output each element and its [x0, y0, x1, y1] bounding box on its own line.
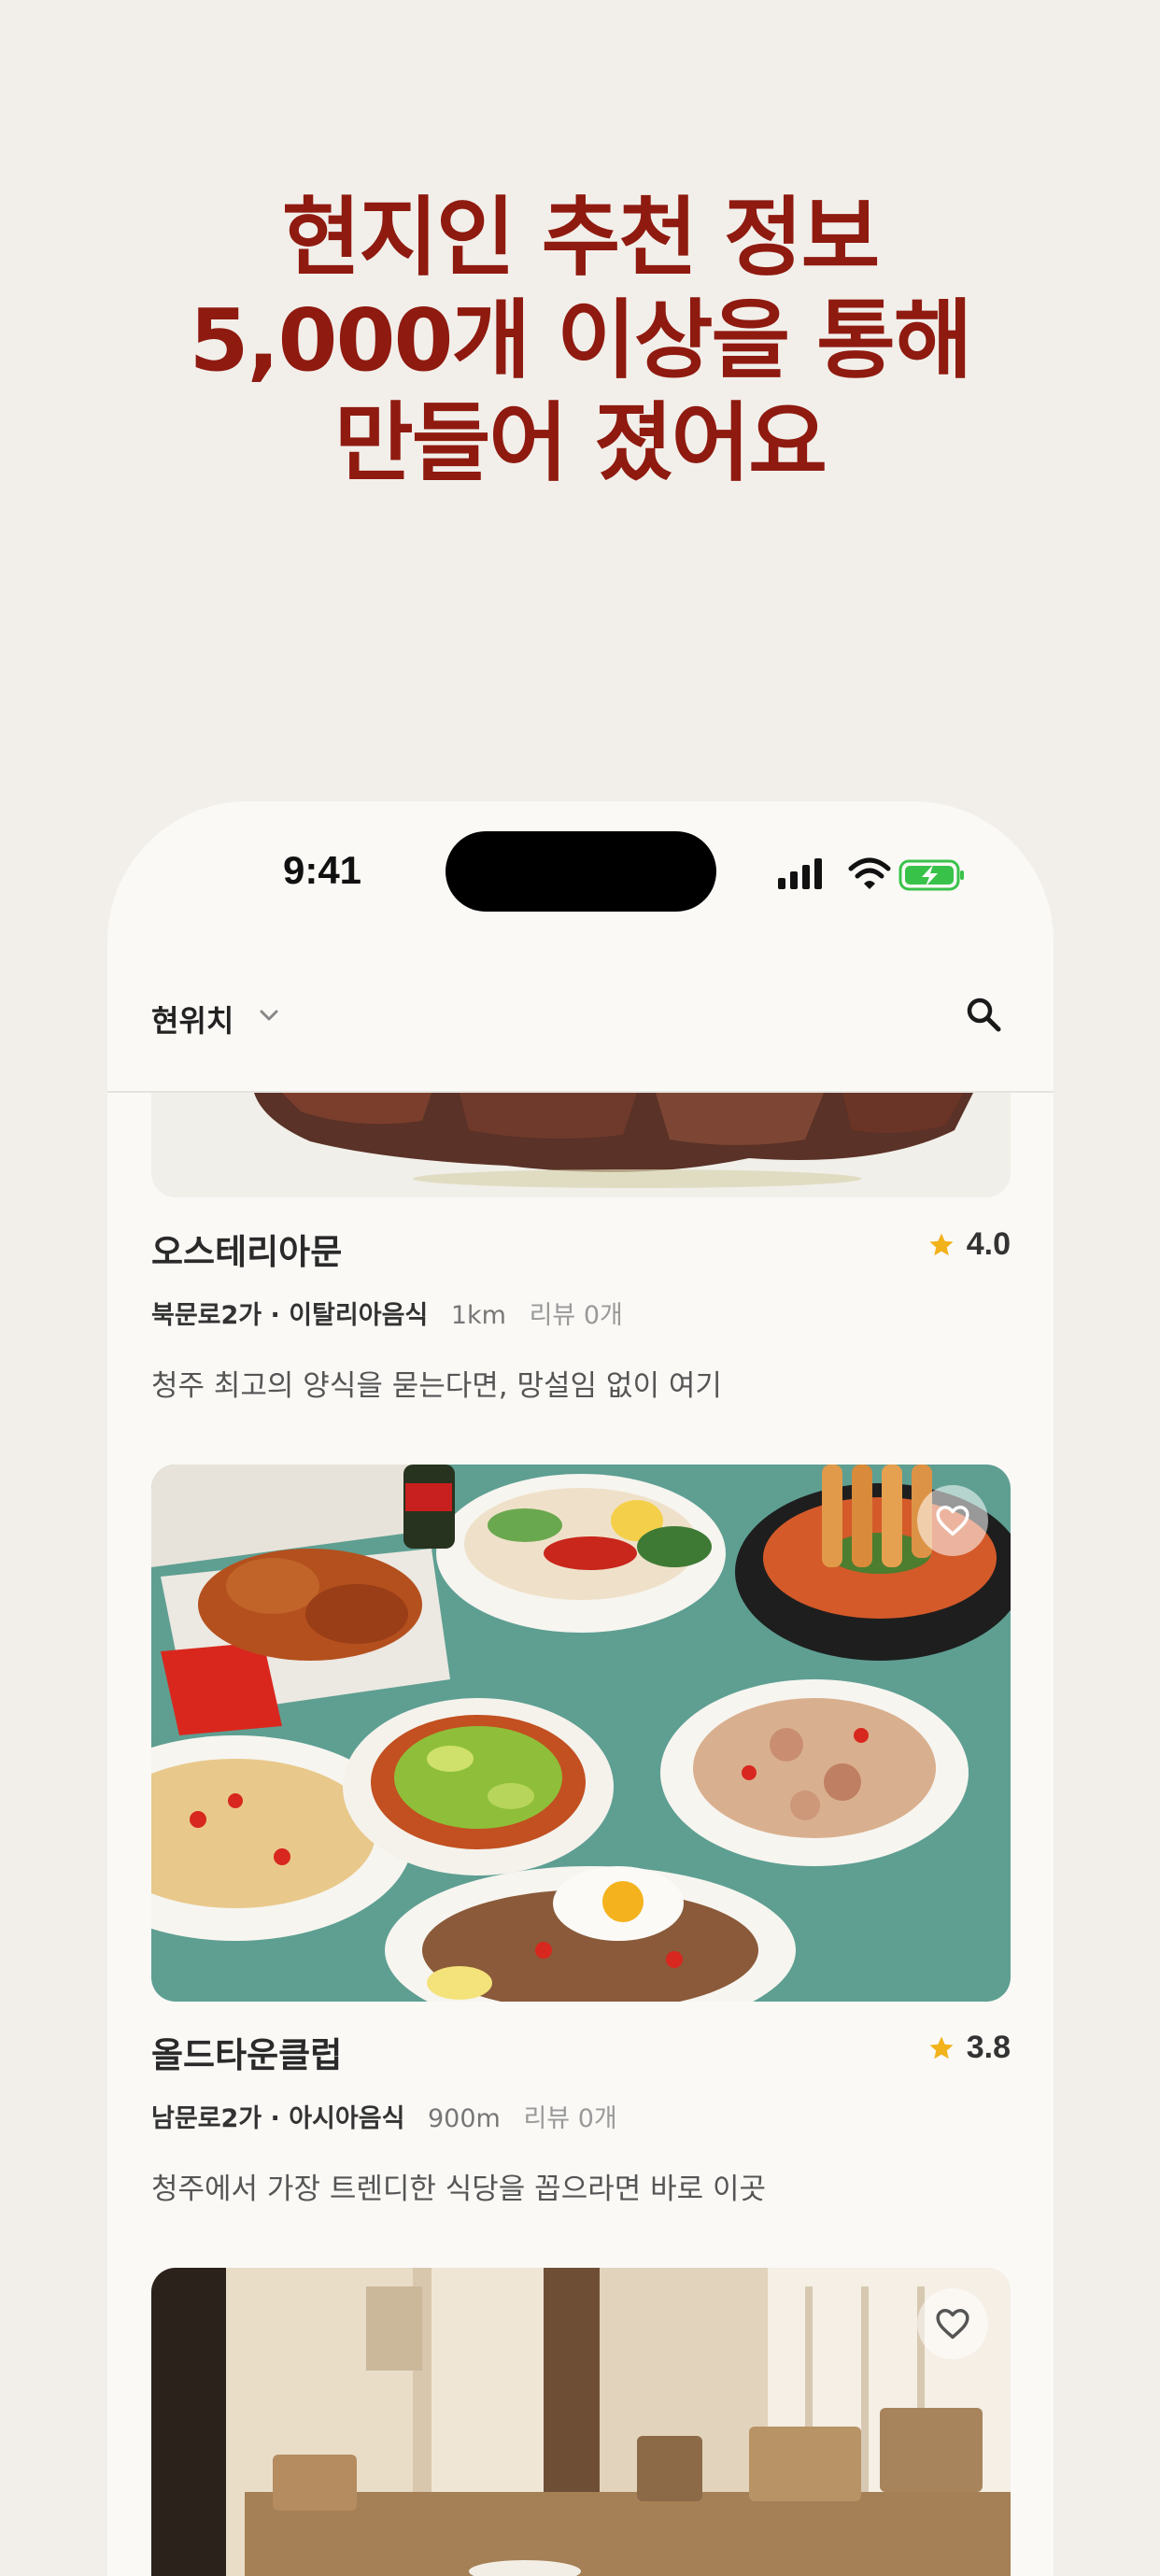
star-icon	[929, 1233, 954, 1255]
restaurant-location: 남문로2가 · 아시아음식	[151, 2104, 405, 2133]
steak-photo	[151, 1093, 1011, 1197]
restaurant-meta: 남문로2가 · 아시아음식 900m 리뷰 0개	[151, 2098, 617, 2134]
phone-mockup: 9:41 현위치 오스테리아문 4.0 북문로2가 · 이탈리아음식 1km 리…	[107, 801, 1054, 2576]
headline-line-1: 현지인 추천 정보	[281, 188, 881, 288]
headline-line-3: 만들어 졌어요	[334, 393, 828, 493]
rating-value: 3.8	[966, 2030, 1011, 2065]
wifi-icon	[848, 857, 891, 889]
search-icon[interactable]	[965, 996, 1002, 1033]
restaurant-name[interactable]: 오스테리아문	[151, 1224, 342, 1274]
restaurant-description: 청주에서 가장 트렌디한 식당을 꼽으라면 바로 이곳	[151, 2173, 767, 2206]
app-bar: 현위치	[107, 941, 1054, 1093]
asian-food-photo	[151, 1465, 1011, 2002]
restaurant-reviews: 리뷰 0개	[529, 1301, 623, 1330]
dynamic-island	[446, 831, 716, 912]
interior-photo	[151, 2268, 1011, 2576]
signal-icon	[778, 858, 822, 889]
heart-icon	[936, 1506, 969, 1536]
rating: 3.8	[927, 2030, 1011, 2066]
restaurant-photo[interactable]	[151, 1465, 1011, 2002]
location-selector[interactable]: 현위치	[151, 998, 233, 1040]
restaurant-photo[interactable]	[151, 2268, 1011, 2576]
chevron-down-icon[interactable]	[259, 1009, 279, 1022]
restaurant-meta: 북문로2가 · 이탈리아음식 1km 리뷰 0개	[151, 1295, 623, 1331]
favorite-button[interactable]	[917, 2288, 988, 2359]
star-icon	[929, 2036, 954, 2059]
status-icons	[778, 857, 964, 891]
restaurant-description: 청주 최고의 양식을 묻는다면, 망설임 없이 여기	[151, 1369, 722, 1403]
battery-icon	[898, 859, 964, 891]
heart-icon	[936, 2309, 969, 2339]
restaurant-distance: 1km	[450, 1301, 506, 1330]
restaurant-distance: 900m	[428, 2104, 501, 2133]
status-time: 9:41	[282, 848, 362, 892]
restaurant-reviews: 리뷰 0개	[523, 2104, 617, 2133]
restaurant-location: 북문로2가 · 이탈리아음식	[151, 1301, 429, 1330]
rating-value: 4.0	[966, 1226, 1011, 1262]
restaurant-name[interactable]: 올드타운클럽	[151, 2027, 342, 2077]
favorite-button[interactable]	[917, 1485, 988, 1556]
headline-line-2: 5,000개 이상을 통해	[189, 290, 973, 390]
headline: 현지인 추천 정보 5,000개 이상을 통해 만들어 졌어요	[0, 187, 1160, 495]
rating: 4.0	[927, 1226, 1011, 1263]
restaurant-photo[interactable]	[151, 1093, 1011, 1197]
